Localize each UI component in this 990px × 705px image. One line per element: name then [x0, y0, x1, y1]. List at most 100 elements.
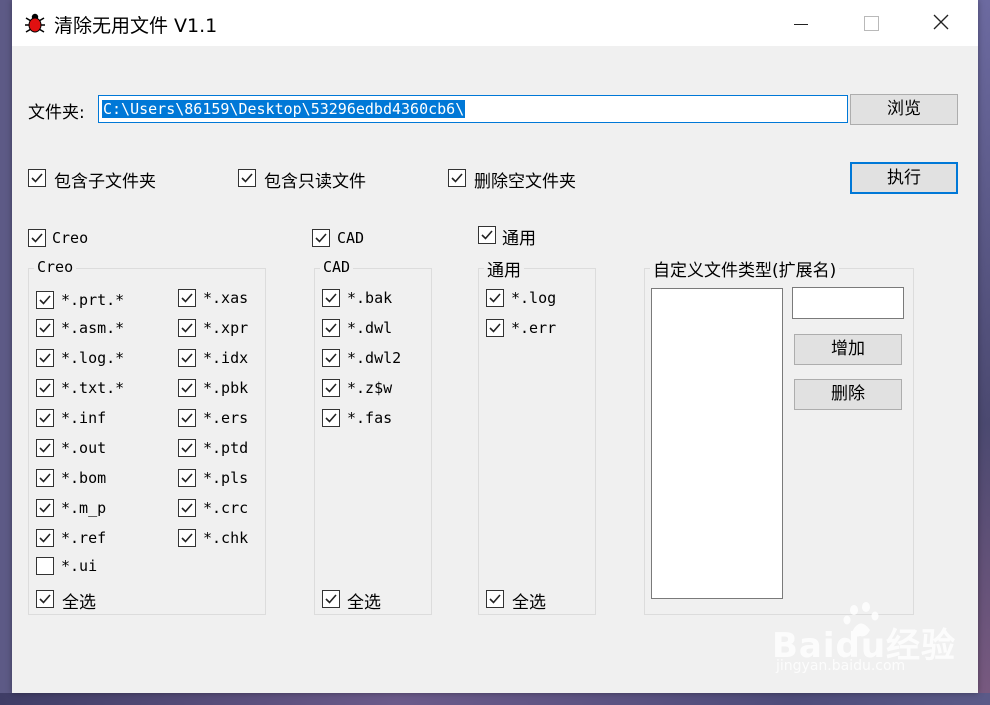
- cad-category-checkbox[interactable]: [312, 229, 330, 247]
- checkmark-icon: [325, 383, 337, 393]
- ext-checkbox-log[interactable]: [36, 349, 54, 367]
- delete-extension-button[interactable]: 删除: [794, 379, 902, 410]
- checkmark-icon: [325, 413, 337, 423]
- checkmark-icon: [489, 293, 501, 303]
- ext-checkbox-zsw[interactable]: [322, 379, 340, 397]
- common-category-label: 通用: [502, 229, 536, 249]
- ext-label-pbk: *.pbk: [203, 379, 249, 397]
- creo-select-all-checkbox[interactable]: [36, 590, 54, 608]
- ext-label-zsw: *.z$w: [347, 379, 393, 397]
- watermark-url: jingyan.baidu.com: [776, 658, 906, 674]
- checkmark-icon: [325, 353, 337, 363]
- ext-label-log: *.log.*: [61, 349, 125, 367]
- ext-checkbox-bom[interactable]: [36, 469, 54, 487]
- ext-label-ui: *.ui: [61, 557, 98, 575]
- checkmark-icon: [39, 533, 51, 543]
- ext-checkbox-inf[interactable]: [36, 409, 54, 427]
- execute-button[interactable]: 执行: [850, 162, 958, 194]
- ext-label-ers: *.ers: [203, 409, 249, 427]
- minimize-button[interactable]: [778, 0, 824, 46]
- browse-button[interactable]: 浏览: [850, 94, 958, 125]
- ext-label-prt: *.prt.*: [61, 291, 125, 309]
- ext-label-pls: *.pls: [203, 469, 249, 487]
- ext-label-out: *.out: [61, 439, 107, 457]
- include-readonly-checkbox[interactable]: [238, 169, 256, 187]
- ext-checkbox-ref[interactable]: [36, 529, 54, 547]
- custom-extension-input[interactable]: [792, 287, 904, 319]
- ext-label-asm: *.asm.*: [61, 319, 125, 337]
- checkmark-icon: [181, 383, 193, 393]
- ext-checkbox-idx[interactable]: [178, 349, 196, 367]
- ext-checkbox-common-log[interactable]: [486, 289, 504, 307]
- ext-label-crc: *.crc: [203, 499, 249, 517]
- ext-checkbox-fas[interactable]: [322, 409, 340, 427]
- ext-checkbox-txt[interactable]: [36, 379, 54, 397]
- common-category-checkbox[interactable]: [478, 226, 496, 244]
- common-select-all-checkbox[interactable]: [486, 590, 504, 608]
- ext-label-common-log: *.log: [511, 289, 557, 307]
- maximize-button[interactable]: [848, 0, 894, 46]
- ext-checkbox-prt[interactable]: [36, 291, 54, 309]
- ext-label-dwl2: *.dwl2: [347, 349, 402, 367]
- checkmark-icon: [181, 473, 193, 483]
- ext-checkbox-ptd[interactable]: [178, 439, 196, 457]
- window-title: 清除无用文件 V1.1: [54, 15, 218, 37]
- creo-group-title: Creo: [34, 258, 77, 276]
- ext-label-m-p: *.m_p: [61, 499, 107, 517]
- ext-label-idx: *.idx: [203, 349, 249, 367]
- checkmark-icon: [31, 233, 43, 243]
- checkmark-icon: [181, 503, 193, 513]
- checkmark-icon: [39, 503, 51, 513]
- close-button[interactable]: [918, 0, 964, 46]
- checkmark-icon: [325, 293, 337, 303]
- delete-empty-folders-checkbox[interactable]: [448, 169, 466, 187]
- ext-label-xpr: *.xpr: [203, 319, 249, 337]
- add-extension-button[interactable]: 增加: [794, 334, 902, 365]
- include-subfolders-checkbox[interactable]: [28, 169, 46, 187]
- ext-checkbox-out[interactable]: [36, 439, 54, 457]
- ext-checkbox-crc[interactable]: [178, 499, 196, 517]
- ext-checkbox-m-p[interactable]: [36, 499, 54, 517]
- checkmark-icon: [325, 323, 337, 333]
- checkmark-icon: [489, 323, 501, 333]
- ext-checkbox-ui[interactable]: [36, 557, 54, 575]
- ext-checkbox-asm[interactable]: [36, 319, 54, 337]
- ext-checkbox-chk[interactable]: [178, 529, 196, 547]
- maximize-icon: [863, 16, 879, 31]
- ext-checkbox-dwl2[interactable]: [322, 349, 340, 367]
- checkmark-icon: [39, 353, 51, 363]
- ext-label-ref: *.ref: [61, 529, 107, 547]
- custom-extension-list[interactable]: [651, 288, 783, 599]
- ext-label-fas: *.fas: [347, 409, 393, 427]
- ext-checkbox-pbk[interactable]: [178, 379, 196, 397]
- checkmark-icon: [39, 443, 51, 453]
- folder-path-input[interactable]: C:\Users\86159\Desktop\53296edbd4360cb6\: [98, 95, 848, 123]
- ext-label-err: *.err: [511, 319, 557, 337]
- common-select-all-label: 全选: [512, 593, 546, 613]
- checkmark-icon: [325, 594, 337, 604]
- ext-checkbox-pls[interactable]: [178, 469, 196, 487]
- include-subfolders-label: 包含子文件夹: [54, 172, 156, 192]
- ext-checkbox-xas[interactable]: [178, 289, 196, 307]
- folder-label: 文件夹:: [28, 103, 85, 123]
- ext-label-bak: *.bak: [347, 289, 393, 307]
- checkmark-icon: [489, 594, 501, 604]
- checkmark-icon: [181, 353, 193, 363]
- checkmark-icon: [39, 413, 51, 423]
- checkmark-icon: [181, 413, 193, 423]
- baidu-watermark: Baidu经验 jingyan.baidu.com: [772, 600, 962, 680]
- ext-label-xas: *.xas: [203, 289, 249, 307]
- cad-select-all-checkbox[interactable]: [322, 590, 340, 608]
- creo-category-checkbox[interactable]: [28, 229, 46, 247]
- ext-checkbox-err[interactable]: [486, 319, 504, 337]
- folder-path-text: C:\Users\86159\Desktop\53296edbd4360cb6\: [102, 100, 466, 118]
- title-bar[interactable]: 清除无用文件 V1.1: [12, 0, 978, 46]
- ext-checkbox-ers[interactable]: [178, 409, 196, 427]
- ext-checkbox-dwl[interactable]: [322, 319, 340, 337]
- common-group-title: 通用: [484, 256, 524, 281]
- ext-label-ptd: *.ptd: [203, 439, 249, 457]
- ext-checkbox-bak[interactable]: [322, 289, 340, 307]
- desktop-background-bottom: [0, 693, 990, 705]
- bug-app-icon: [25, 13, 45, 33]
- ext-checkbox-xpr[interactable]: [178, 319, 196, 337]
